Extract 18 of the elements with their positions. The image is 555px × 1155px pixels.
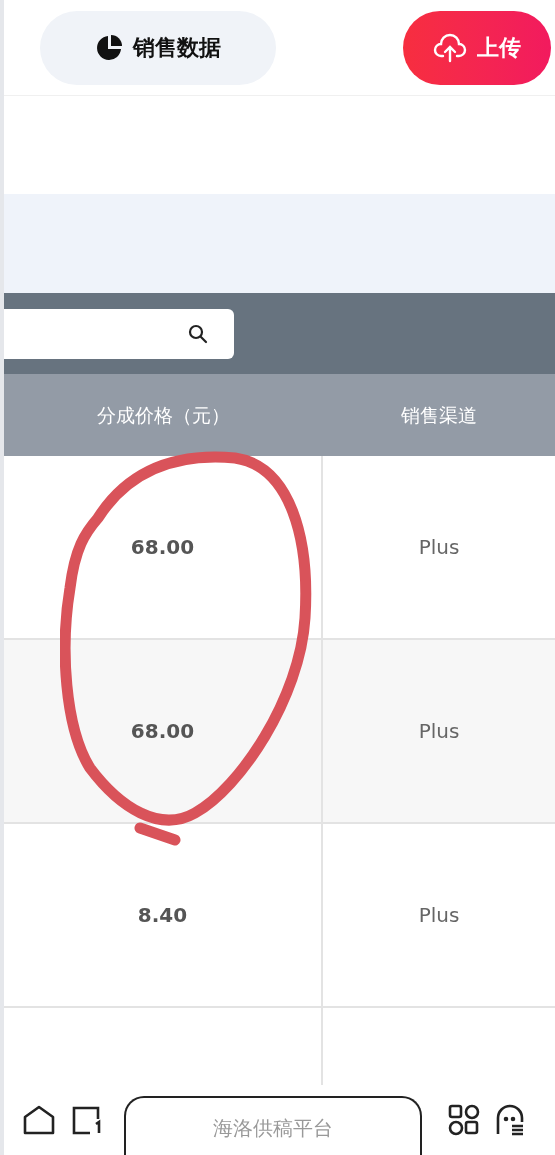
price-cell-text: 68.00 — [130, 534, 195, 561]
address-bar[interactable]: 海洛供稿平台 — [124, 1096, 422, 1155]
search-field[interactable] — [4, 308, 234, 359]
pie-chart-icon — [95, 33, 123, 62]
upload-button[interactable]: 上传 — [403, 10, 551, 85]
price-cell-text: 68.00 — [130, 718, 195, 745]
grid-icon[interactable] — [448, 1104, 480, 1136]
channel-cell-text: Plus — [418, 718, 460, 745]
channel-cell-text: Plus — [418, 902, 460, 929]
search-icon — [188, 323, 208, 344]
column-header: 销售渠道 — [401, 402, 477, 428]
channel-cell-text: Plus — [418, 534, 460, 561]
sales-data-button[interactable]: 销售数据 — [40, 10, 276, 85]
ghost-icon[interactable] — [494, 1104, 526, 1136]
home-icon[interactable] — [22, 1104, 56, 1136]
price-cell-text: 8.40 — [137, 902, 188, 929]
cloud-upload-icon — [433, 32, 467, 63]
column-header: 分成价格（元） — [97, 402, 230, 428]
